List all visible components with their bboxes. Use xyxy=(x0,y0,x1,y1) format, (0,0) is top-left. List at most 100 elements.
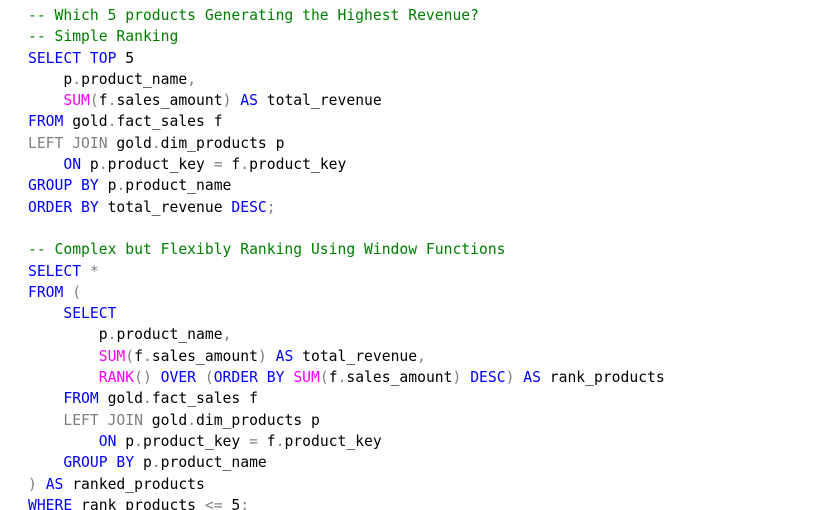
code-token-text: p xyxy=(28,326,108,344)
code-line[interactable]: GROUP BY p.product_name xyxy=(28,452,665,473)
code-line[interactable]: -- Which 5 products Generating the Highe… xyxy=(28,5,665,26)
code-line[interactable]: ON p.product_key = f.product_key xyxy=(28,154,665,175)
code-line[interactable]: SELECT TOP 5 xyxy=(28,48,665,69)
code-token-text: 5 xyxy=(116,49,135,67)
code-token-text: ranked_products xyxy=(63,475,205,493)
code-line[interactable]: WHERE rank_products <= 5; xyxy=(28,495,665,510)
code-line[interactable]: GROUP BY p.product_name xyxy=(28,175,665,196)
code-token-text: sales_amount xyxy=(151,347,258,365)
code-token-text: p xyxy=(28,70,73,88)
code-line[interactable]: FROM gold.fact_sales f xyxy=(28,388,665,409)
code-line[interactable] xyxy=(28,218,665,239)
code-token-keyword: AS xyxy=(45,475,64,493)
code-token-gray: = xyxy=(213,156,223,174)
code-token-text: gold xyxy=(142,411,188,429)
code-token-gray: * xyxy=(89,262,99,280)
code-token-gray: . xyxy=(116,177,126,195)
code-token-gray: . xyxy=(142,390,152,408)
code-token-text: dim_products p xyxy=(196,411,320,429)
code-line[interactable]: ON p.product_key = f.product_key xyxy=(28,431,665,452)
code-token-gray: , xyxy=(222,326,232,344)
code-token-text: gold xyxy=(63,113,108,131)
code-token-text: fact_sales f xyxy=(151,390,258,408)
code-token-text: gold xyxy=(98,390,143,408)
code-token-text: total_revenue xyxy=(257,92,382,110)
code-line[interactable]: p.product_name, xyxy=(28,69,665,90)
code-line[interactable]: ) AS ranked_products xyxy=(28,474,665,495)
code-token-gray: ) xyxy=(257,347,267,365)
code-line[interactable]: SUM(f.sales_amount) AS total_revenue, xyxy=(28,346,665,367)
code-token-text: f xyxy=(222,156,241,174)
sql-query-editor[interactable]: -- Which 5 products Generating the Highe… xyxy=(0,0,821,510)
code-line[interactable]: LEFT JOIN gold.dim_products p xyxy=(28,410,665,431)
code-token-text: product_name xyxy=(116,326,223,344)
code-line[interactable]: -- Simple Ranking xyxy=(28,26,665,47)
code-token-function: SUM xyxy=(98,347,126,365)
code-token-gray: . xyxy=(134,432,143,450)
code-token-text: p xyxy=(116,432,135,450)
code-token-text: product_key xyxy=(284,432,382,450)
code-area[interactable]: -- Which 5 products Generating the Highe… xyxy=(28,5,665,510)
code-line[interactable]: SELECT xyxy=(28,303,665,324)
code-token-text: p xyxy=(98,177,117,195)
code-token-gray: . xyxy=(240,156,250,174)
code-token-gray: ( xyxy=(72,283,82,301)
code-token-text: product_name xyxy=(125,177,232,195)
code-token-keyword: AS xyxy=(275,347,294,365)
code-token-keyword: FROM xyxy=(63,390,99,408)
code-token-text: dim_products p xyxy=(160,134,285,152)
code-token-text: f xyxy=(257,432,276,450)
code-token-keyword: AS xyxy=(240,92,258,110)
code-token-gray: LEFT JOIN xyxy=(28,134,108,152)
code-token-function: SUM xyxy=(293,369,320,387)
code-token-gray: . xyxy=(151,134,161,152)
code-token-gray: LEFT JOIN xyxy=(63,411,143,429)
code-token-text: p xyxy=(134,454,152,472)
code-token-text: product_key xyxy=(142,432,250,450)
code-token-text: product_key xyxy=(107,156,214,174)
code-token-keyword: ORDER BY xyxy=(213,369,285,387)
code-token-text: product_key xyxy=(249,156,347,174)
code-line[interactable]: RANK() OVER (ORDER BY SUM(f.sales_amount… xyxy=(28,367,665,388)
code-token-keyword: ORDER BY xyxy=(28,198,99,216)
code-line[interactable]: p.product_name, xyxy=(28,324,665,345)
code-token-gray: ) xyxy=(28,475,37,493)
code-token-gray: . xyxy=(72,70,82,88)
code-token-gray: . xyxy=(187,411,197,429)
code-token-function: RANK xyxy=(98,369,135,387)
code-line[interactable]: FROM gold.fact_sales f xyxy=(28,111,665,132)
code-line[interactable]: ORDER BY total_revenue DESC; xyxy=(28,197,665,218)
editor-gutter xyxy=(0,0,24,510)
code-token-gray: = xyxy=(249,432,258,450)
code-token-gray: . xyxy=(142,347,152,365)
code-token-text: gold xyxy=(107,134,152,152)
code-token-gray: <= xyxy=(204,496,223,510)
code-token-text: total_revenue xyxy=(98,198,232,216)
code-line[interactable]: SELECT * xyxy=(28,261,665,282)
code-token-gray: , xyxy=(417,347,426,365)
code-token-comment: -- Simple Ranking xyxy=(28,28,179,46)
code-line[interactable]: FROM ( xyxy=(28,282,665,303)
code-token-keyword: FROM xyxy=(28,283,64,301)
code-line[interactable]: -- Complex but Flexibly Ranking Using Wi… xyxy=(28,239,665,260)
code-line[interactable]: LEFT JOIN gold.dim_products p xyxy=(28,133,665,154)
code-token-keyword: DESC xyxy=(470,369,506,387)
code-token-gray: ( xyxy=(319,369,329,387)
code-line[interactable]: SUM(f.sales_amount) AS total_revenue xyxy=(28,90,665,111)
code-token-text: sales_amount xyxy=(346,369,453,387)
code-token-keyword: DESC xyxy=(231,198,267,216)
